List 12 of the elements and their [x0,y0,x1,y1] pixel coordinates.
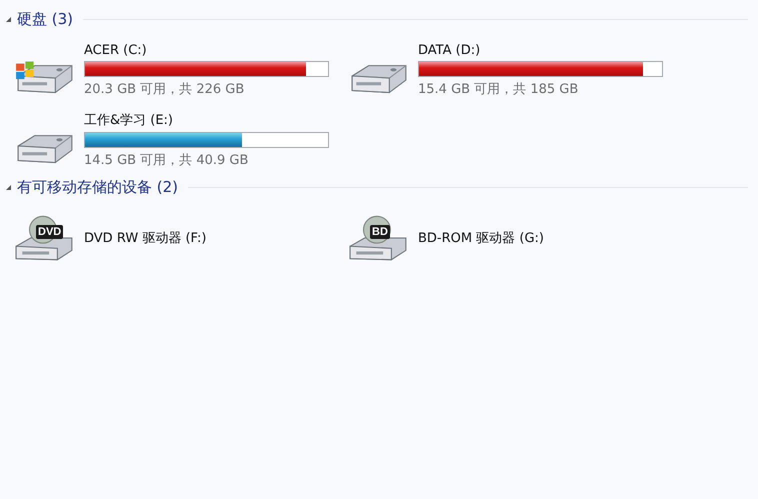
drive-name[interactable]: ACER (C:) [84,42,329,58]
free-space-text: 14.5 GB 可用，共 40.9 GB [84,152,250,169]
group-title: 有可移动存储的设备 (2) [17,178,178,196]
drive-name[interactable]: DATA (D:) [418,42,663,58]
collapse-triangle-icon[interactable] [6,184,11,190]
drive-name[interactable]: 工作&学习 (E:) [84,111,329,129]
free-space-text: 20.3 GB 可用，共 226 GB [84,80,246,98]
drive-name[interactable]: DVD RW 驱动器 (F:) [84,229,206,247]
group-title: 硬盘 (3) [17,10,74,28]
free-space-text: 15.4 GB 可用，共 185 GB [418,80,580,98]
collapse-triangle-icon[interactable] [6,16,11,22]
drive-name[interactable]: BD-ROM 驱动器 (G:) [418,229,544,247]
